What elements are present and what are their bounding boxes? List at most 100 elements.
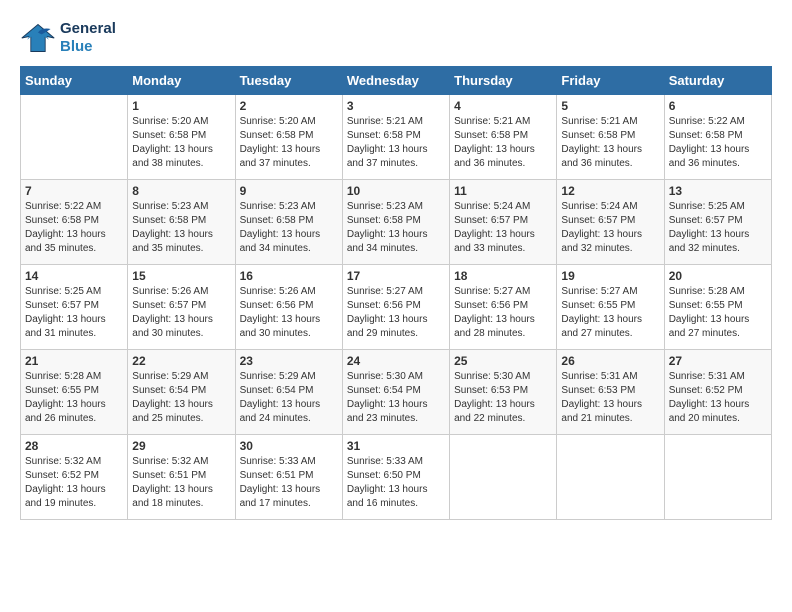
day-number: 1 [132, 99, 230, 113]
calendar-cell [664, 435, 771, 520]
calendar-cell: 22 Sunrise: 5:29 AM Sunset: 6:54 PM Dayli… [128, 350, 235, 435]
calendar-cell: 11Sunrise: 5:24 AM Sunset: 6:57 PM Dayli… [450, 180, 557, 265]
day-number: 4 [454, 99, 552, 113]
calendar-cell: 8 Sunrise: 5:23 AM Sunset: 6:58 PM Daylig… [128, 180, 235, 265]
calendar-cell: 30 Sunrise: 5:33 AM Sunset: 6:51 PM Dayli… [235, 435, 342, 520]
day-number: 18 [454, 269, 552, 283]
calendar-cell: 26 Sunrise: 5:31 AM Sunset: 6:53 PM Dayli… [557, 350, 664, 435]
logo: General Blue [20, 20, 116, 56]
calendar-cell: 9 Sunrise: 5:23 AM Sunset: 6:58 PM Daylig… [235, 180, 342, 265]
day-number: 26 [561, 354, 659, 368]
calendar-header: SundayMondayTuesdayWednesdayThursdayFrid… [21, 67, 772, 95]
calendar-body: 1 Sunrise: 5:20 AM Sunset: 6:58 PM Daylig… [21, 95, 772, 520]
day-number: 8 [132, 184, 230, 198]
col-header-friday: Friday [557, 67, 664, 95]
calendar-cell: 13Sunrise: 5:25 AM Sunset: 6:57 PM Dayli… [664, 180, 771, 265]
calendar-cell: 3Sunrise: 5:21 AM Sunset: 6:58 PM Daylig… [342, 95, 449, 180]
day-info: Sunrise: 5:31 AM Sunset: 6:52 PM Dayligh… [669, 370, 767, 426]
calendar-week-2: 7 Sunrise: 5:22 AM Sunset: 6:58 PM Daylig… [21, 180, 772, 265]
logo-icon [20, 20, 56, 56]
day-number: 5 [561, 99, 659, 113]
day-number: 12 [561, 184, 659, 198]
day-info: Sunrise: 5:29 AM Sunset: 6:54 PM Dayligh… [240, 370, 338, 426]
calendar-cell: 31 Sunrise: 5:33 AM Sunset: 6:50 PM Dayli… [342, 435, 449, 520]
calendar-cell: 2 Sunrise: 5:20 AM Sunset: 6:58 PM Daylig… [235, 95, 342, 180]
day-number: 31 [347, 439, 445, 453]
calendar-cell: 6 Sunrise: 5:22 AM Sunset: 6:58 PM Daylig… [664, 95, 771, 180]
day-info: Sunrise: 5:24 AM Sunset: 6:57 PM Dayligh… [561, 200, 659, 256]
calendar-cell [21, 95, 128, 180]
calendar-cell: 7 Sunrise: 5:22 AM Sunset: 6:58 PM Daylig… [21, 180, 128, 265]
day-info: Sunrise: 5:33 AM Sunset: 6:51 PM Dayligh… [240, 455, 338, 511]
day-info: Sunrise: 5:33 AM Sunset: 6:50 PM Dayligh… [347, 455, 445, 511]
day-number: 11 [454, 184, 552, 198]
day-info: Sunrise: 5:22 AM Sunset: 6:58 PM Dayligh… [25, 200, 123, 256]
day-info: Sunrise: 5:26 AM Sunset: 6:56 PM Dayligh… [240, 285, 338, 341]
calendar-cell [557, 435, 664, 520]
day-info: Sunrise: 5:20 AM Sunset: 6:58 PM Dayligh… [240, 115, 338, 171]
col-header-tuesday: Tuesday [235, 67, 342, 95]
day-info: Sunrise: 5:28 AM Sunset: 6:55 PM Dayligh… [669, 285, 767, 341]
day-info: Sunrise: 5:29 AM Sunset: 6:54 PM Dayligh… [132, 370, 230, 426]
day-number: 2 [240, 99, 338, 113]
calendar-cell: 24 Sunrise: 5:30 AM Sunset: 6:54 PM Dayli… [342, 350, 449, 435]
col-header-sunday: Sunday [21, 67, 128, 95]
day-number: 29 [132, 439, 230, 453]
calendar-cell: 1Sunrise: 5:20 AM Sunset: 6:58 PM Daylig… [128, 95, 235, 180]
day-info: Sunrise: 5:27 AM Sunset: 6:56 PM Dayligh… [454, 285, 552, 341]
calendar-cell: 28Sunrise: 5:32 AM Sunset: 6:52 PM Dayli… [21, 435, 128, 520]
col-header-wednesday: Wednesday [342, 67, 449, 95]
day-info: Sunrise: 5:27 AM Sunset: 6:56 PM Dayligh… [347, 285, 445, 341]
day-info: Sunrise: 5:26 AM Sunset: 6:57 PM Dayligh… [132, 285, 230, 341]
calendar-week-4: 21 Sunrise: 5:28 AM Sunset: 6:55 PM Dayli… [21, 350, 772, 435]
day-info: Sunrise: 5:21 AM Sunset: 6:58 PM Dayligh… [561, 115, 659, 171]
day-info: Sunrise: 5:22 AM Sunset: 6:58 PM Dayligh… [669, 115, 767, 171]
day-number: 28 [25, 439, 123, 453]
day-number: 24 [347, 354, 445, 368]
day-info: Sunrise: 5:30 AM Sunset: 6:53 PM Dayligh… [454, 370, 552, 426]
day-number: 22 [132, 354, 230, 368]
calendar-cell: 12 Sunrise: 5:24 AM Sunset: 6:57 PM Dayli… [557, 180, 664, 265]
col-header-thursday: Thursday [450, 67, 557, 95]
day-number: 30 [240, 439, 338, 453]
day-number: 9 [240, 184, 338, 198]
day-number: 25 [454, 354, 552, 368]
calendar-cell: 27Sunrise: 5:31 AM Sunset: 6:52 PM Dayli… [664, 350, 771, 435]
day-number: 19 [561, 269, 659, 283]
calendar-cell: 14Sunrise: 5:25 AM Sunset: 6:57 PM Dayli… [21, 265, 128, 350]
page-header: General Blue [20, 20, 772, 56]
calendar-week-5: 28Sunrise: 5:32 AM Sunset: 6:52 PM Dayli… [21, 435, 772, 520]
day-number: 17 [347, 269, 445, 283]
calendar-cell: 10 Sunrise: 5:23 AM Sunset: 6:58 PM Dayli… [342, 180, 449, 265]
day-info: Sunrise: 5:23 AM Sunset: 6:58 PM Dayligh… [347, 200, 445, 256]
day-info: Sunrise: 5:32 AM Sunset: 6:51 PM Dayligh… [132, 455, 230, 511]
day-number: 14 [25, 269, 123, 283]
day-info: Sunrise: 5:21 AM Sunset: 6:58 PM Dayligh… [454, 115, 552, 171]
day-info: Sunrise: 5:23 AM Sunset: 6:58 PM Dayligh… [240, 200, 338, 256]
calendar-cell: 29 Sunrise: 5:32 AM Sunset: 6:51 PM Dayli… [128, 435, 235, 520]
day-number: 10 [347, 184, 445, 198]
calendar-cell: 23 Sunrise: 5:29 AM Sunset: 6:54 PM Dayli… [235, 350, 342, 435]
day-info: Sunrise: 5:31 AM Sunset: 6:53 PM Dayligh… [561, 370, 659, 426]
day-number: 13 [669, 184, 767, 198]
calendar-cell: 20Sunrise: 5:28 AM Sunset: 6:55 PM Dayli… [664, 265, 771, 350]
calendar-cell: 16 Sunrise: 5:26 AM Sunset: 6:56 PM Dayli… [235, 265, 342, 350]
day-number: 15 [132, 269, 230, 283]
day-number: 7 [25, 184, 123, 198]
day-number: 6 [669, 99, 767, 113]
col-header-monday: Monday [128, 67, 235, 95]
day-number: 23 [240, 354, 338, 368]
calendar-cell: 25 Sunrise: 5:30 AM Sunset: 6:53 PM Dayli… [450, 350, 557, 435]
logo-line2: Blue [60, 38, 116, 56]
day-info: Sunrise: 5:23 AM Sunset: 6:58 PM Dayligh… [132, 200, 230, 256]
calendar-table: SundayMondayTuesdayWednesdayThursdayFrid… [20, 66, 772, 520]
calendar-cell: 19 Sunrise: 5:27 AM Sunset: 6:55 PM Dayli… [557, 265, 664, 350]
day-number: 21 [25, 354, 123, 368]
day-info: Sunrise: 5:28 AM Sunset: 6:55 PM Dayligh… [25, 370, 123, 426]
calendar-cell: 15 Sunrise: 5:26 AM Sunset: 6:57 PM Dayli… [128, 265, 235, 350]
day-info: Sunrise: 5:27 AM Sunset: 6:55 PM Dayligh… [561, 285, 659, 341]
calendar-cell: 21 Sunrise: 5:28 AM Sunset: 6:55 PM Dayli… [21, 350, 128, 435]
day-number: 16 [240, 269, 338, 283]
day-info: Sunrise: 5:30 AM Sunset: 6:54 PM Dayligh… [347, 370, 445, 426]
calendar-cell [450, 435, 557, 520]
